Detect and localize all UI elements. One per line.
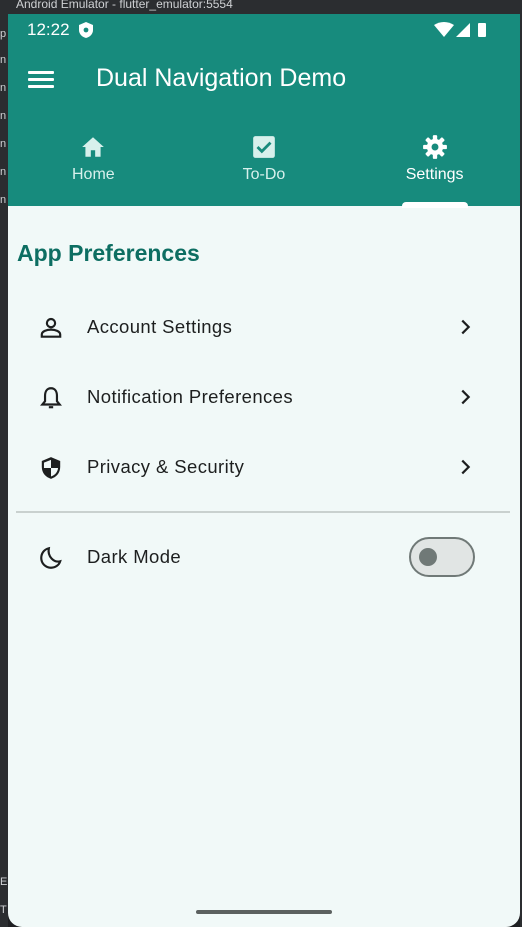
toggle-thumb [419,548,437,566]
app-title: Dual Navigation Demo [96,64,347,92]
host-side-char: T [0,904,7,916]
tab-home[interactable]: Home [8,126,179,206]
phone-screen: 12:22 Dual Navigation Demo Home To-Do Se… [8,14,520,927]
person-icon [40,317,62,338]
section-title: App Preferences [17,240,200,266]
dark-mode-toggle[interactable] [409,537,475,577]
hamburger-menu-icon-bar [28,78,54,81]
menu-button[interactable] [28,68,54,90]
tab-home-label: Home [71,166,115,183]
host-side-char: n [0,82,7,94]
tab-todo-label: To-Do [242,166,286,183]
dark-mode-label: Dark Mode [87,546,182,567]
host-side-char: n [0,138,7,150]
hamburger-menu-icon-bar [28,85,54,88]
battery-icon [478,23,486,37]
status-time: 12:22 [27,20,70,39]
home-icon [82,137,105,157]
cell-signal-icon [456,23,470,37]
notification-preferences-item[interactable]: Notification Preferences [8,362,520,432]
host-side-char: E [0,876,8,888]
checkbox-icon [253,136,275,158]
privacy-security-label: Privacy & Security [87,456,245,477]
chevron-right-icon [461,389,471,405]
shield-status-icon [79,22,93,38]
gear-icon [422,135,447,159]
section-divider [16,511,510,513]
host-ide-side-strip: p n n n n n n E T [0,14,8,927]
privacy-security-item[interactable]: Privacy & Security [8,432,520,502]
tab-bar: Home To-Do Settings [8,126,520,208]
app-bar: 12:22 Dual Navigation Demo Home To-Do Se… [8,14,520,208]
host-side-char: n [0,110,7,122]
chevron-right-icon [461,459,471,475]
gesture-navigation-bar[interactable] [196,910,332,914]
account-settings-label: Account Settings [87,316,233,337]
hamburger-menu-icon [28,71,54,74]
tab-todo[interactable]: To-Do [179,126,350,206]
notification-preferences-label: Notification Preferences [87,386,293,407]
host-side-char: p [0,28,7,40]
bell-icon [40,387,62,409]
host-side-char: n [0,166,7,178]
chevron-right-icon [461,319,471,335]
moon-icon [40,546,62,569]
host-side-char: n [0,194,7,206]
system-status-icons [434,22,486,37]
emulator-title-bar: Android Emulator - flutter_emulator:5554 [0,0,522,14]
active-tab-indicator [401,202,468,208]
tab-settings-label: Settings [405,166,464,183]
shield-icon [41,457,61,479]
account-settings-item[interactable]: Account Settings [8,292,520,362]
wifi-icon [434,22,454,37]
tab-settings[interactable]: Settings [349,126,520,208]
emulator-title: Android Emulator - flutter_emulator:5554 [16,0,233,11]
host-side-char: n [0,54,7,66]
status-bar: 12:22 [8,14,520,46]
